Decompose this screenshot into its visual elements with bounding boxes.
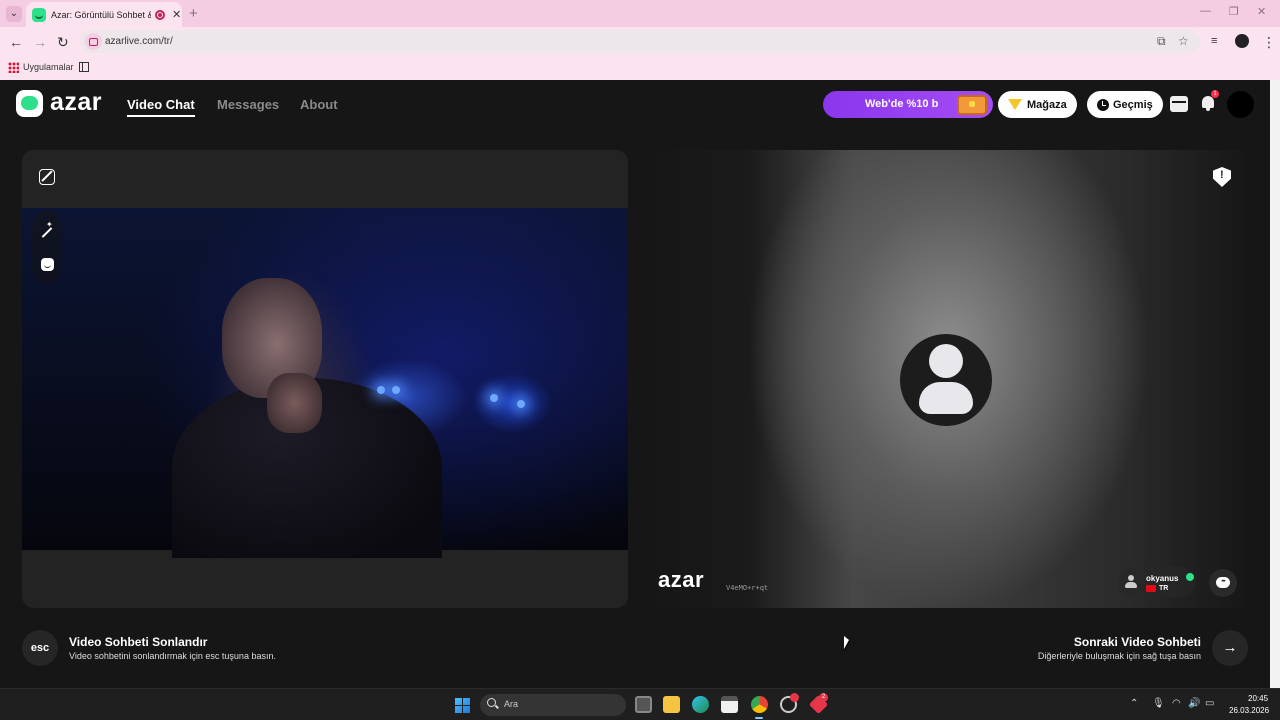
camera-person-hand	[267, 373, 322, 433]
watermark-code: V4eMO+r+qt	[726, 584, 769, 592]
site-camera-icon[interactable]	[85, 33, 102, 50]
store-label: Mağaza	[1027, 98, 1067, 111]
forward-arrow-icon[interactable]: →	[33, 34, 47, 50]
peer-profile-chip[interactable]: okyanus TR	[1118, 567, 1196, 597]
promo-label: Web'de %10 b	[865, 98, 939, 110]
file-explorer-icon[interactable]	[663, 696, 680, 713]
minimize-window-icon[interactable]: —	[1200, 5, 1211, 17]
history-button[interactable]: Geçmiş	[1087, 91, 1163, 118]
taskbar-search[interactable]: Ara	[480, 694, 626, 716]
history-label: Geçmiş	[1113, 98, 1153, 111]
reload-icon[interactable]: ↻	[57, 34, 69, 51]
inbox-icon[interactable]	[1170, 96, 1188, 112]
wifi-icon[interactable]: ◠	[1172, 698, 1181, 709]
notification-badge: 1	[1211, 90, 1219, 98]
windows-start-icon[interactable]	[455, 698, 470, 713]
edge-icon[interactable]	[692, 696, 709, 713]
end-chat-hint: Video sohbetini sonlandırmak için esc tu…	[69, 651, 276, 661]
store-app-icon[interactable]	[721, 696, 738, 713]
tray-overflow-icon[interactable]: ⌃	[1130, 698, 1138, 709]
azar-page: azar Video Chat Messages About Web'de %1…	[0, 80, 1270, 688]
self-camera-panel	[22, 150, 628, 608]
store-button[interactable]: Mağaza	[998, 91, 1077, 118]
expand-icon[interactable]	[39, 169, 55, 185]
bookmarks-bar: Uygulamalar	[0, 57, 1280, 80]
peer-username: okyanus	[1146, 574, 1179, 583]
nav-video-chat[interactable]: Video Chat	[127, 97, 195, 112]
gem-icon	[1008, 99, 1022, 110]
azar-logo-text[interactable]: azar	[50, 88, 102, 117]
apps-grid-icon[interactable]	[8, 62, 19, 73]
bookmark-star-icon[interactable]: ☆	[1178, 34, 1189, 48]
next-chat-hint: Diğerleriyle buluşmak için sağ tuşa bası…	[1037, 651, 1201, 661]
azar-favicon-icon	[32, 7, 46, 22]
end-chat-esc-button[interactable]: esc	[22, 630, 58, 666]
windows-taskbar: Ara 2 ⌃ 🎙 ◠ 🔊 ▭ 20:45 26.03.2026	[0, 688, 1280, 720]
battery-icon[interactable]: ▭	[1205, 698, 1214, 709]
media-controls-icon[interactable]: ≡	[1211, 35, 1217, 47]
taskbar-search-placeholder: Ara	[504, 699, 519, 709]
report-shield-icon[interactable]	[1213, 167, 1231, 187]
microphone-icon[interactable]: 🎙	[1152, 698, 1165, 709]
cast-icon[interactable]: ⧉	[1157, 34, 1166, 49]
peer-avatar-placeholder	[900, 334, 992, 426]
clock-icon	[1097, 98, 1109, 111]
app-alert-badge	[790, 693, 799, 702]
volume-icon[interactable]: 🔊	[1188, 698, 1200, 709]
chrome-icon[interactable]	[751, 696, 768, 713]
magic-wand-icon[interactable]	[41, 220, 53, 238]
browser-tab-strip: ⌄ Azar: Görüntülü Sohbet & V ✕ + — ❐ ✕	[0, 0, 1280, 27]
tab-groups-icon[interactable]	[79, 62, 89, 72]
chat-message-button[interactable]	[1209, 569, 1237, 597]
peer-video-panel: azar V4eMO+r+qt okyanus TR	[638, 150, 1250, 608]
address-bar[interactable]: azarlive.com/tr/ ⧉ ☆	[80, 30, 1200, 53]
restore-window-icon[interactable]: ❐	[1229, 5, 1239, 18]
taskbar-time[interactable]: 20:45	[1248, 694, 1268, 703]
next-chat-title: Sonraki Video Sohbeti	[1073, 635, 1201, 649]
task-view-icon[interactable]	[635, 696, 652, 713]
background-light	[490, 394, 498, 402]
background-light	[377, 386, 385, 394]
treasure-chest-icon	[957, 95, 987, 115]
web-discount-promo-button[interactable]: Web'de %10 b	[823, 91, 993, 118]
background-light	[517, 400, 525, 408]
next-chat-arrow-button[interactable]: →	[1212, 630, 1248, 666]
verified-badge-icon	[1186, 573, 1194, 581]
url-text[interactable]: azarlive.com/tr/	[105, 36, 173, 47]
user-avatar[interactable]	[1227, 91, 1254, 118]
new-tab-icon[interactable]: +	[189, 5, 198, 22]
taskbar-date[interactable]: 26.03.2026	[1229, 706, 1269, 715]
browser-toolbar: ← → ↻ azarlive.com/tr/ ⧉ ☆ ≡ ⋮	[0, 27, 1280, 57]
search-icon	[487, 698, 496, 707]
recording-indicator-icon	[155, 9, 165, 20]
azar-logo-icon[interactable]	[16, 90, 43, 117]
pinned-app-badge: 2	[819, 693, 828, 702]
nav-messages[interactable]: Messages	[217, 97, 279, 112]
browser-menu-icon[interactable]: ⋮	[1262, 34, 1276, 51]
tab-search-chevron-icon[interactable]: ⌄	[6, 6, 22, 22]
sticker-icon[interactable]	[41, 258, 54, 271]
bookmark-apps-label[interactable]: Uygulamalar	[23, 62, 74, 72]
self-camera-video	[22, 208, 628, 558]
nav-active-underline	[127, 115, 195, 117]
page-scrollbar[interactable]	[1270, 80, 1280, 688]
background-light	[392, 386, 400, 394]
mouse-cursor-icon	[844, 636, 850, 651]
user-icon	[1125, 575, 1137, 588]
back-arrow-icon[interactable]: ←	[9, 34, 23, 50]
tab-title: Azar: Görüntülü Sohbet & V	[51, 9, 151, 20]
close-window-icon[interactable]: ✕	[1257, 5, 1266, 18]
azar-watermark: azar	[658, 567, 705, 592]
turkey-flag-icon	[1146, 585, 1156, 592]
nav-about[interactable]: About	[300, 97, 338, 112]
end-chat-title: Video Sohbeti Sonlandır	[69, 635, 208, 649]
active-app-indicator	[755, 717, 763, 719]
browser-tab-azar[interactable]: Azar: Görüntülü Sohbet & V ✕	[26, 2, 182, 27]
peer-country: TR	[1159, 585, 1169, 592]
close-tab-icon[interactable]: ✕	[172, 8, 181, 21]
profile-avatar[interactable]	[1235, 34, 1249, 48]
